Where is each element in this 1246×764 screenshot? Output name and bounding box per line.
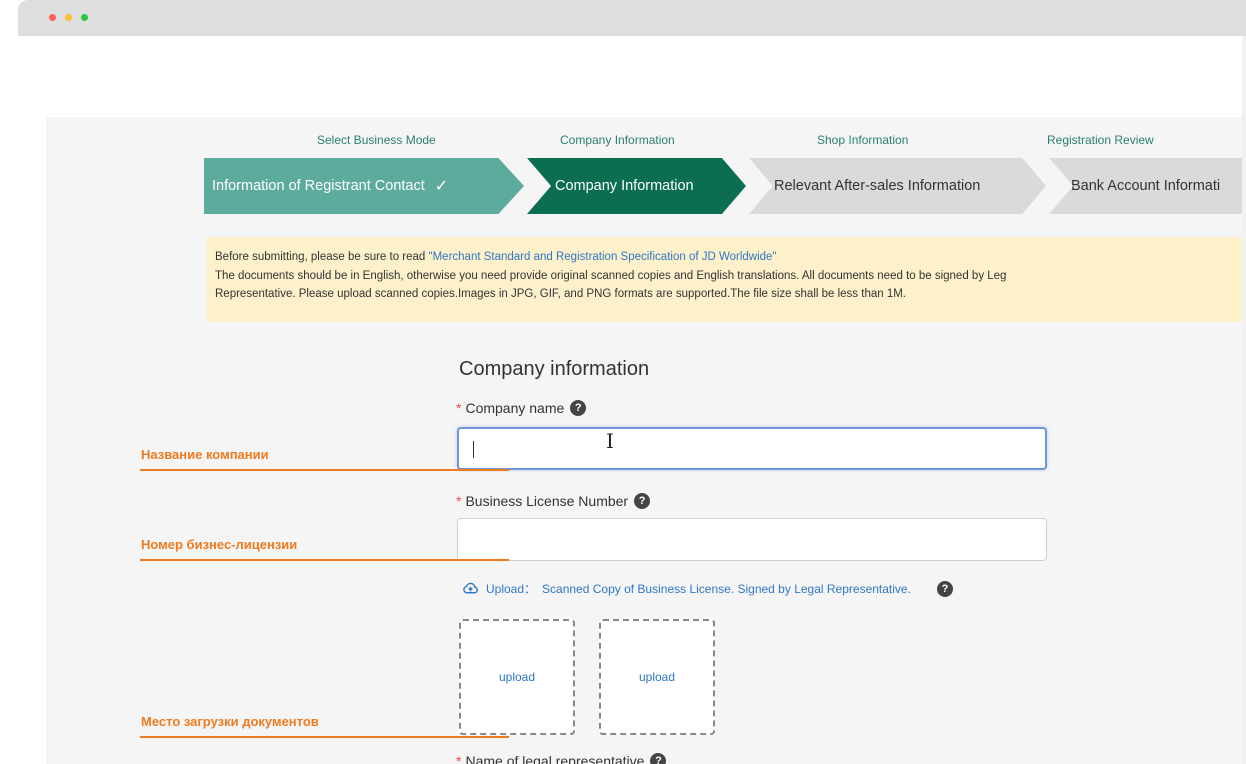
business-license-input[interactable] — [457, 518, 1047, 561]
notice-prefix: Before submitting, please be sure to rea… — [215, 251, 429, 263]
step-label: Company Information — [555, 178, 694, 194]
section-title: Company information — [459, 358, 650, 380]
legal-representative-label-text: Name of legal representative — [465, 753, 645, 764]
screen: Select Business Mode Company Information… — [0, 0, 1246, 764]
annotation-line-company-name — [140, 469, 509, 471]
minimize-window-icon[interactable] — [65, 14, 72, 21]
annotation-upload-place: Место загрузки документов — [141, 714, 319, 729]
required-mark: * — [456, 400, 462, 416]
required-mark: * — [456, 493, 462, 509]
help-icon[interactable]: ? — [570, 400, 587, 416]
browser-titlebar — [18, 0, 1246, 36]
upload-hint-row: Upload： Scanned Copy of Business License… — [462, 580, 953, 597]
notice-banner: Before submitting, please be sure to rea… — [206, 237, 1246, 322]
cloud-upload-icon[interactable] — [462, 580, 479, 597]
notice-line-2: The documents should be in English, othe… — [215, 269, 1007, 282]
company-name-input[interactable] — [457, 427, 1047, 470]
upload-label[interactable]: Upload： — [486, 580, 536, 597]
help-icon[interactable]: ? — [634, 493, 651, 509]
step-label: Bank Account Informati — [1071, 178, 1221, 194]
step-after-sales-information[interactable]: Relevant After-sales Information — [749, 158, 1046, 214]
step-company-information[interactable]: Company Information — [527, 158, 746, 214]
annotation-line-upload-place — [140, 736, 509, 738]
annotation-business-license: Номер бизнес-лицензии — [141, 537, 298, 552]
annotation-line-business-license — [140, 559, 509, 561]
window-right-edge — [1242, 36, 1246, 764]
step-label: Information of Registrant Contact — [212, 178, 425, 194]
close-window-icon[interactable] — [49, 14, 56, 21]
step-bank-account-information[interactable]: Bank Account Informati — [1049, 158, 1246, 214]
notice-line-3: Representative. Please upload scanned co… — [215, 288, 906, 300]
notice-line-1: Before submitting, please be sure to rea… — [215, 248, 1246, 267]
legal-representative-label: * Name of legal representative ? — [456, 753, 667, 764]
business-license-label: * Business License Number ? — [456, 493, 651, 509]
step-title-shop-information: Shop Information — [817, 133, 909, 147]
business-license-label-text: Business License Number — [465, 493, 629, 509]
merchant-standard-link[interactable]: "Merchant Standard and Registration Spec… — [429, 251, 777, 263]
step-title-company-information: Company Information — [560, 133, 675, 147]
upload-box-label: upload — [498, 670, 536, 684]
upload-hint: Scanned Copy of Business License. Signed… — [542, 581, 911, 596]
step-registrant-contact[interactable]: Information of Registrant Contact ✓ — [204, 158, 524, 214]
registration-page: Select Business Mode Company Information… — [46, 117, 1246, 764]
company-name-label-text: Company name — [465, 400, 565, 416]
annotation-company-name: Название компании — [141, 447, 269, 462]
mouse-cursor-ibeam-icon: I — [606, 429, 614, 453]
required-mark: * — [456, 753, 462, 764]
upload-box-1[interactable]: upload — [459, 619, 575, 735]
help-icon[interactable]: ? — [650, 753, 667, 764]
upload-box-2[interactable]: upload — [599, 619, 715, 735]
step-title-select-business-mode: Select Business Mode — [317, 133, 436, 147]
checkmark-icon: ✓ — [434, 178, 449, 195]
step-title-registration-review: Registration Review — [1047, 133, 1154, 147]
step-label: Relevant After-sales Information — [774, 178, 981, 194]
upload-box-label: upload — [638, 670, 676, 684]
help-icon[interactable]: ? — [936, 580, 953, 597]
text-caret — [473, 441, 474, 458]
company-name-label: * Company name ? — [456, 400, 587, 416]
maximize-window-icon[interactable] — [81, 14, 88, 21]
